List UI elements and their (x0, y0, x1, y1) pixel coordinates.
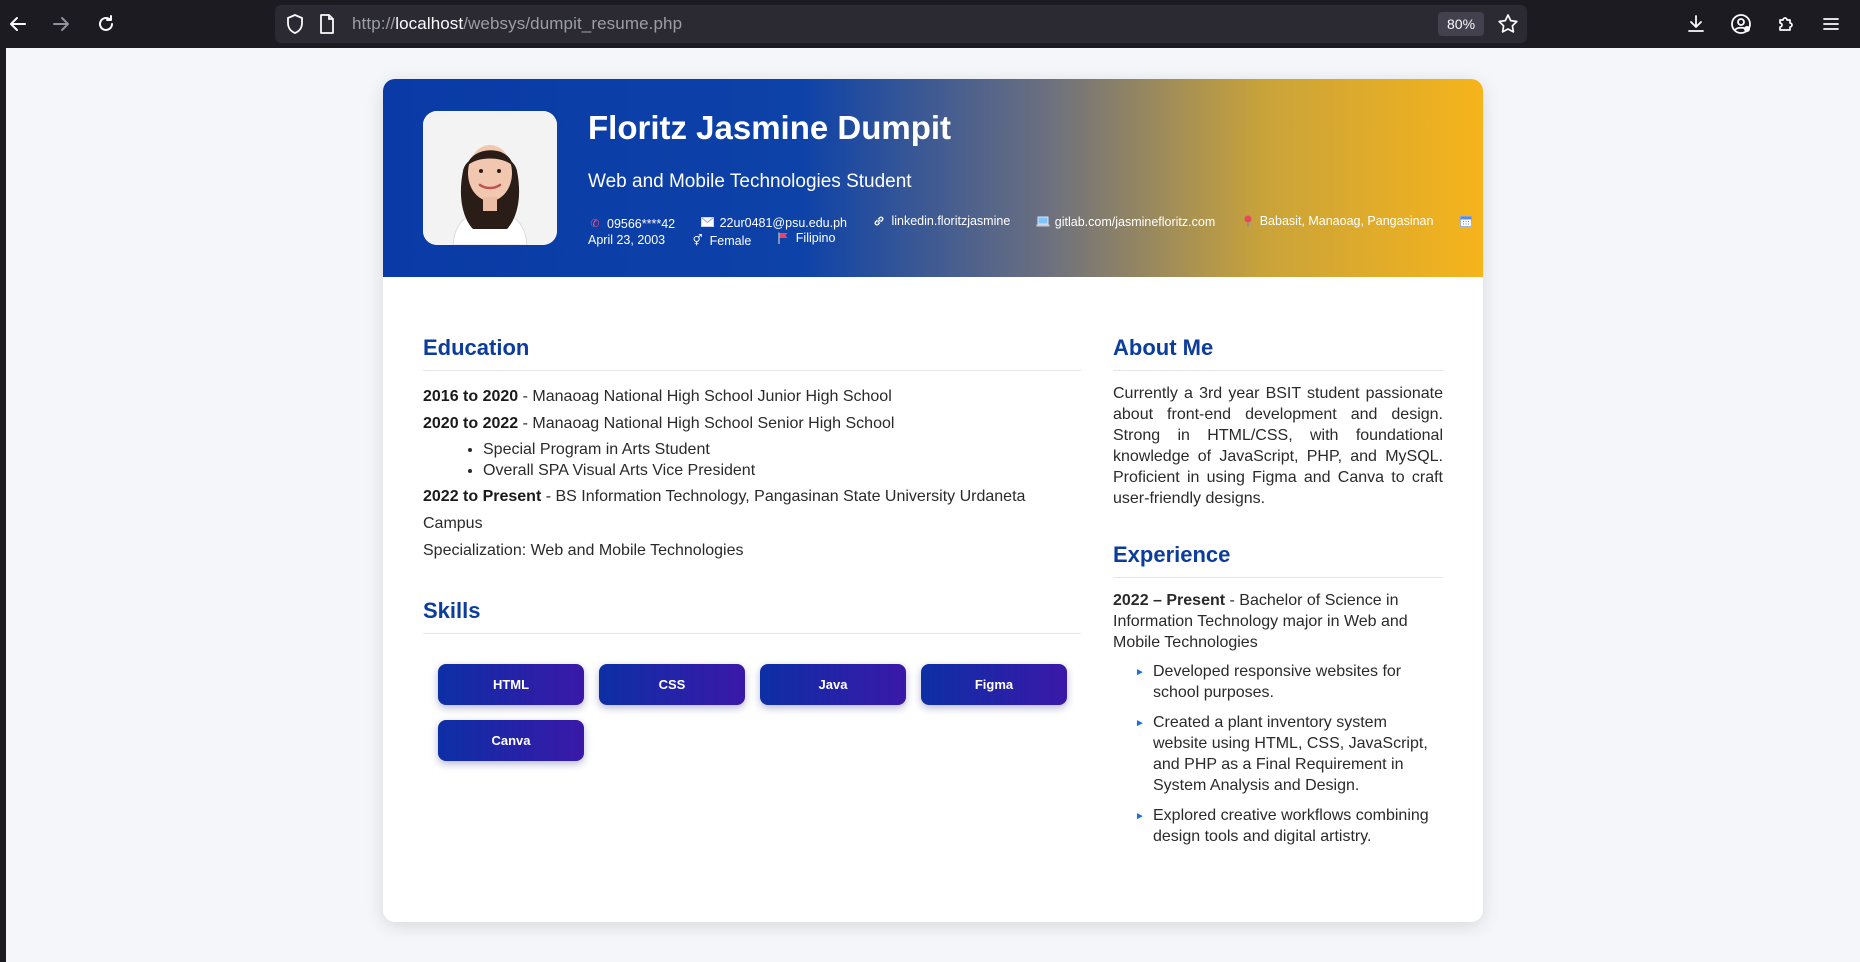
left-column: Education 2016 to 2020 - Manaoag Nationa… (423, 335, 1081, 761)
list-item: ► Explored creative workflows combining d… (1135, 807, 1429, 845)
education-entry: 2016 to 2020 - Manaoag National High Sch… (423, 388, 892, 405)
education-entry: 2020 to 2022 - Manaoag National High Sch… (423, 415, 895, 432)
triangle-bullet-icon: ► (1135, 667, 1145, 678)
contact-gender: ⚥ Female (691, 234, 752, 248)
extensions-button[interactable] (1770, 8, 1802, 40)
profile-title: Web and Mobile Technologies Student (588, 171, 912, 192)
about-text: Currently a 3rd year BSIT student passio… (1113, 385, 1443, 507)
download-icon (1688, 15, 1704, 32)
contact-phone: ✆ 09566****42 (588, 217, 675, 231)
arrow-left-icon (10, 17, 26, 31)
contact-birthday: April 23, 2003 (588, 233, 666, 247)
triangle-bullet-icon: ► (1135, 811, 1145, 822)
resume-card: Floritz Jasmine Dumpit Web and Mobile Te… (383, 79, 1483, 922)
list-item: Special Program in Arts Student (483, 439, 1081, 460)
experience-list: ► Developed responsive websites for schoo… (1135, 661, 1443, 847)
puzzle-icon (1779, 17, 1793, 31)
reload-button[interactable] (90, 8, 122, 40)
list-item: ► Developed responsive websites for schoo… (1135, 663, 1402, 701)
skills-heading: Skills (423, 598, 1081, 634)
laptop-icon (1036, 216, 1050, 228)
skill-java-button[interactable]: Java (760, 664, 906, 705)
contact-nationality: Filipino (777, 231, 835, 245)
shs-achievements-list: Special Program in Arts Student Overall … (483, 439, 1081, 481)
account-button[interactable] (1725, 8, 1757, 40)
contact-email: 22ur0481@psu.edu.ph (701, 216, 847, 230)
shield-icon[interactable] (281, 5, 309, 43)
education-heading: Education (423, 335, 1081, 371)
flag-icon (777, 232, 791, 244)
address-bar[interactable]: http://localhost/websys/dumpit_resume.ph… (275, 5, 1527, 43)
profile-name: Floritz Jasmine Dumpit (588, 109, 952, 146)
resume-header: Floritz Jasmine Dumpit Web and Mobile Te… (383, 79, 1483, 277)
hamburger-menu-icon (1823, 18, 1839, 30)
specialization: Specialization: Web and Mobile Technolog… (423, 542, 744, 559)
zoom-level-button[interactable]: 80% (1438, 12, 1485, 36)
skill-canva-button[interactable]: Canva (438, 720, 584, 761)
browser-toolbar: http://localhost/websys/dumpit_resume.ph… (0, 0, 1860, 48)
education-entry: 2022 to Present - BS Information Technol… (423, 488, 1026, 532)
reload-icon (99, 15, 113, 31)
profile-photo (423, 111, 557, 245)
contact-row: ✆ 09566****42 22ur0481@psu.edu.ph linkedi… (588, 214, 1478, 231)
contact-linkedin[interactable]: linkedin.floritzjasmine (872, 214, 1010, 228)
arrow-right-icon (53, 17, 69, 31)
back-button[interactable] (2, 8, 34, 40)
experience-heading: Experience (1113, 542, 1443, 578)
envelope-icon (701, 217, 715, 229)
contact-row-2: April 23, 2003 ⚥ Female Filipino (588, 231, 857, 248)
right-column: About Me Currently a 3rd year BSIT stude… (1113, 335, 1443, 856)
skill-figma-button[interactable]: Figma (921, 664, 1067, 705)
contact-gitlab[interactable]: gitlab.com/jasminefloritz.com (1036, 215, 1215, 229)
skills-grid: HTML CSS Java Figma Canva (438, 664, 1081, 761)
gender-symbol-icon: ⚥ (692, 235, 703, 247)
experience-entry: 2022 – Present - Bachelor of Science in … (1113, 592, 1408, 651)
about-heading: About Me (1113, 335, 1443, 371)
page-icon[interactable] (313, 5, 341, 43)
pushpin-icon (1241, 215, 1255, 227)
page-viewport: Floritz Jasmine Dumpit Web and Mobile Te… (6, 48, 1860, 962)
triangle-bullet-icon: ► (1135, 718, 1145, 729)
list-item: Overall SPA Visual Arts Vice President (483, 460, 1081, 481)
calendar-icon (1459, 215, 1473, 227)
account-icon (1731, 14, 1751, 34)
menu-button[interactable] (1815, 8, 1847, 40)
skill-css-button[interactable]: CSS (599, 664, 745, 705)
contact-location: Babasit, Manaoag, Pangasinan (1241, 214, 1433, 228)
skill-html-button[interactable]: HTML (438, 664, 584, 705)
url-text[interactable]: http://localhost/websys/dumpit_resume.ph… (352, 5, 682, 43)
link-icon (872, 215, 886, 227)
downloads-button[interactable] (1680, 8, 1712, 40)
list-item: ► Created a plant inventory system websit… (1135, 714, 1428, 794)
bookmark-star-icon[interactable] (1494, 5, 1522, 43)
phone-icon: ✆ (590, 218, 600, 230)
calendar-icon-wrap (1459, 215, 1478, 227)
forward-button[interactable] (45, 8, 77, 40)
education-section: 2016 to 2020 - Manaoag National High Sch… (423, 383, 1081, 564)
